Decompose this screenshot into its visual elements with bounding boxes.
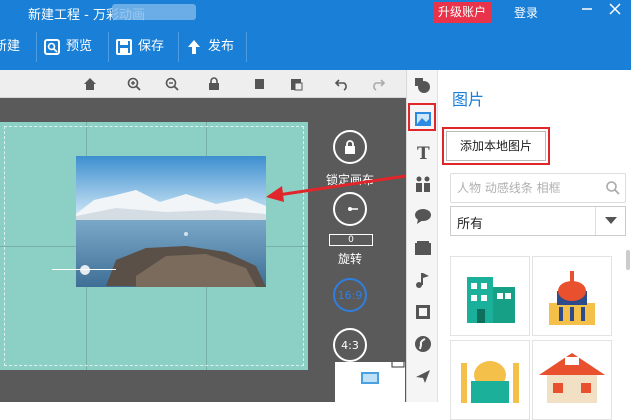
lock-canvas-button[interactable] (333, 130, 367, 164)
image-icon-highlight (408, 103, 436, 131)
preview-button[interactable]: 预览 (44, 36, 92, 58)
image-card-temple[interactable] (532, 256, 612, 336)
copy-icon[interactable] (250, 74, 270, 94)
lock-canvas-label: 锁定画布 (326, 173, 375, 187)
close-icon[interactable] (604, 1, 626, 23)
mosque-icon (461, 361, 519, 403)
image-panel: 图片 添加本地图片 所有 (438, 70, 631, 420)
save-icon (116, 39, 132, 55)
canvas-area[interactable]: 锁定画布 0 旋转 16:9 4:3 (0, 98, 406, 402)
panel-scrollbar[interactable] (626, 250, 630, 270)
home-icon[interactable] (80, 74, 100, 94)
lock-icon (345, 140, 355, 154)
new-button[interactable]: 新建 (0, 36, 20, 58)
zoom-in-icon[interactable] (124, 74, 144, 94)
preview-label: 预览 (66, 39, 93, 54)
paste-icon[interactable] (286, 74, 306, 94)
speech-bubble-icon[interactable] (413, 206, 433, 226)
minimize-icon[interactable] (576, 1, 598, 23)
canvas-toolbar (0, 70, 406, 98)
rotate-value[interactable]: 0 (329, 234, 373, 246)
landscape-photo[interactable] (76, 156, 266, 287)
chevron-down-icon[interactable] (595, 207, 625, 235)
image-card-mosque[interactable] (450, 340, 530, 420)
publish-label: 发布 (208, 39, 235, 54)
crosshair-handle[interactable] (80, 265, 90, 275)
image-card-house[interactable] (532, 340, 612, 420)
add-local-image-highlight (442, 127, 550, 165)
lock-icon[interactable] (204, 74, 224, 94)
title-blur (112, 4, 196, 20)
title-bar: 新建工程 - 万彩动画 升级账户 登录 (0, 0, 631, 26)
text-icon[interactable]: T (413, 142, 433, 162)
ratio-4-3-button[interactable]: 4:3 (333, 328, 367, 362)
category-select[interactable]: 所有 (450, 206, 626, 236)
rotate-button[interactable] (333, 192, 367, 226)
house-icon (539, 353, 605, 403)
building-icon (467, 277, 515, 323)
video-icon[interactable] (413, 302, 433, 322)
image-card-building[interactable] (450, 256, 530, 336)
rotate-label: 旋转 (338, 252, 363, 266)
category-selected-value: 所有 (457, 217, 484, 232)
main-toolbar: 新建 预览 保存 发布 (0, 26, 631, 70)
save-button[interactable]: 保存 (116, 36, 164, 58)
music-icon[interactable] (413, 270, 433, 290)
publish-button[interactable]: 发布 (186, 36, 234, 58)
search-icon[interactable] (605, 180, 621, 196)
stage[interactable] (0, 122, 308, 370)
shape-icon[interactable] (413, 76, 433, 96)
image-thumbnail-icon (361, 362, 405, 384)
canvas-controls: 锁定画布 0 旋转 16:9 4:3 (318, 98, 404, 402)
inbox-icon[interactable] (413, 238, 433, 258)
upload-icon (188, 40, 200, 54)
save-label: 保存 (138, 39, 165, 54)
panel-title: 图片 (452, 90, 485, 109)
search-input[interactable] (457, 179, 597, 197)
toolbar-divider (108, 32, 109, 62)
zoom-out-icon[interactable] (162, 74, 182, 94)
preview-icon (44, 39, 60, 55)
search-box (450, 173, 626, 203)
toolbar-divider (178, 32, 179, 62)
redo-icon[interactable] (368, 74, 388, 94)
upgrade-account-button[interactable]: 升级账户 (433, 2, 492, 23)
login-button[interactable]: 登录 (514, 4, 538, 21)
ratio-16-9-button[interactable]: 16:9 (333, 278, 367, 312)
rotate-icon (348, 207, 358, 211)
people-icon[interactable] (413, 174, 433, 194)
svg-text:T: T (417, 144, 430, 161)
flash-icon[interactable] (413, 334, 433, 354)
temple-icon (549, 271, 595, 325)
toolbar-divider (246, 32, 247, 62)
undo-icon[interactable] (332, 74, 352, 94)
thumbnail-preview[interactable] (335, 362, 405, 402)
new-label: 新建 (0, 39, 21, 54)
toolbar-divider (36, 32, 37, 62)
plane-icon[interactable] (413, 366, 433, 386)
